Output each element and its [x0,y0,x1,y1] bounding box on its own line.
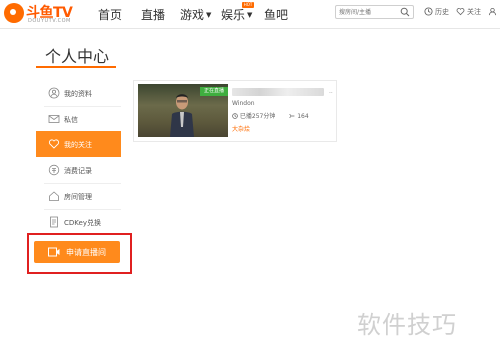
mail-icon [48,115,60,123]
sidebar-item-following[interactable]: 我的关注 [36,131,121,157]
sidebar-item-room-management[interactable]: 房间管理 [36,183,121,209]
followed-streamer-card[interactable]: 正在直播 .. Windon 已播257分钟 164 大杂烩 [133,80,337,142]
user-icon [48,87,60,99]
sidebar-item-label: 我的关注 [64,141,92,149]
nav-fishbar-label: 鱼吧 [264,8,289,22]
sidebar-item-profile[interactable]: 我的资料 [36,80,121,106]
sidebar-item-label: 我的资料 [64,90,92,98]
heart-icon [456,8,465,16]
stream-duration: 已播257分钟 [232,113,283,120]
douyu-logo[interactable]: 斗鱼TV DOUYUTV.COM [4,2,74,26]
history-button[interactable]: 历史 [424,7,449,17]
streamer-photo [170,94,194,137]
logo-subtext: DOUYUTV.COM [28,18,71,24]
room-icon [49,191,59,201]
stream-stats: 已播257分钟 164 [232,111,321,120]
nav-entertainment[interactable]: 娱乐 ▼ [221,6,252,23]
clock-icon [424,7,433,16]
highlight-box [27,233,132,274]
search-box [335,5,414,19]
sidebar-item-label: 私信 [64,116,78,124]
nav-home[interactable]: 首页 [98,6,122,23]
page-title: 个人中心 [45,47,110,66]
stream-thumbnail[interactable]: 正在直播 [138,84,228,137]
chevron-down-icon: ▼ [247,11,253,19]
room-title-blurred [232,88,324,96]
user-icon [488,7,497,16]
duration-text: 已播257分钟 [239,113,276,120]
clock-icon [232,113,238,119]
stream-category[interactable]: 大杂烩 [232,124,250,133]
sidebar-item-spending[interactable]: 消费记录 [36,157,121,183]
nav-home-label: 首页 [98,8,123,22]
chevron-down-icon: ▼ [206,11,212,19]
nav-entertainment-label: 娱乐 [221,8,246,22]
nav-live[interactable]: 直播 [141,6,165,23]
watermark-text: 软件技巧 [357,311,457,339]
nav-games[interactable]: 游戏 ▼ [180,6,211,23]
title-underline [36,66,116,68]
nav-fishbar[interactable]: 鱼吧 [264,6,288,23]
fish-logo-icon [4,3,24,23]
top-navigation-bar: 斗鱼TV DOUYUTV.COM 首页 直播 游戏▼ 娱乐▼ HOT 鱼吧 历史… [0,0,500,29]
sidebar-item-cdkey[interactable]: CDKey兑换 [36,209,121,235]
search-input[interactable] [339,7,399,17]
sidebar-item-label: CDKey兑换 [64,219,101,227]
viewer-count: 164 [289,113,314,120]
viewers-icon [289,113,295,119]
heart-icon [48,139,60,149]
more-options-icon[interactable]: .. [329,88,333,95]
doc-icon [50,216,58,228]
follow-label: 关注 [467,8,481,16]
sidebar-item-label: 房间管理 [64,193,92,201]
follow-button[interactable]: 关注 [456,7,481,17]
nav-games-label: 游戏 [180,8,205,22]
search-icon[interactable] [400,7,410,17]
viewer-count-text: 164 [297,113,309,120]
history-label: 历史 [435,8,449,16]
sidebar-item-messages[interactable]: 私信 [36,106,121,132]
sidebar-item-label: 消费记录 [64,167,92,175]
live-status-badge: 正在直播 [200,87,228,96]
coin-icon [48,164,60,176]
streamer-name: Windon [232,100,255,107]
user-menu-button[interactable] [488,7,499,16]
nav-live-label: 直播 [141,8,166,22]
hot-badge: HOT [242,2,254,8]
